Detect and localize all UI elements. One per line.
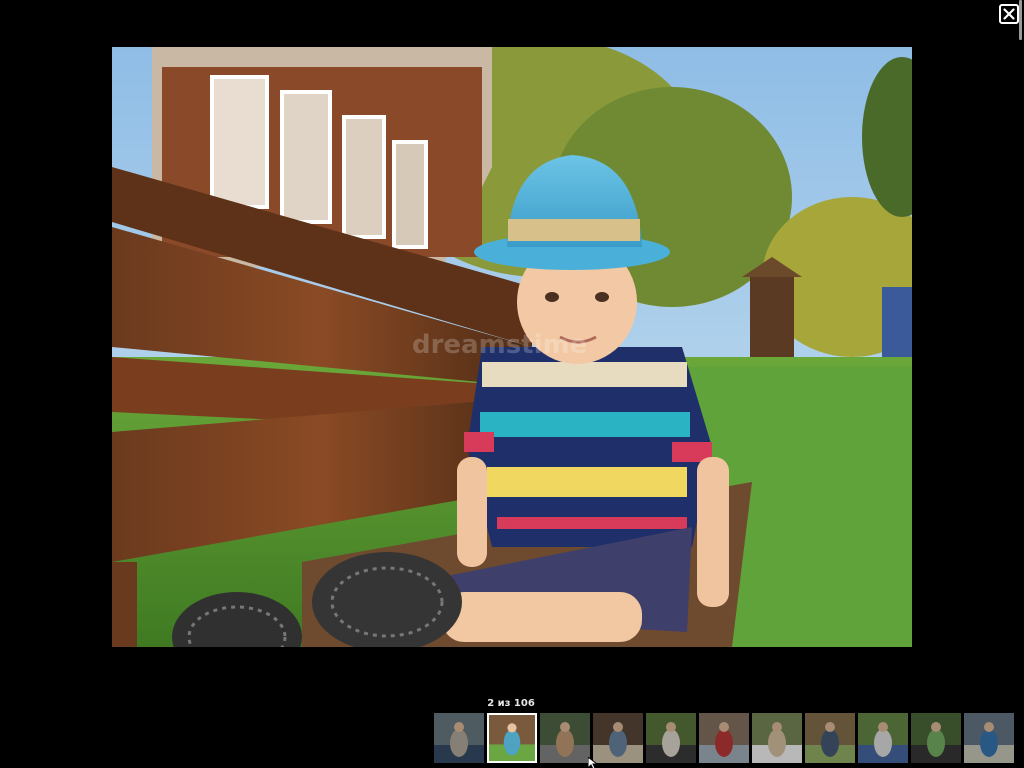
image-counter: 2 из 106 xyxy=(487,698,535,709)
svg-text:dreamstime: dreamstime xyxy=(412,330,587,360)
thumbnail-7[interactable] xyxy=(752,713,802,763)
close-icon xyxy=(1003,8,1015,20)
scrollbar-thumb[interactable] xyxy=(1019,0,1022,40)
thumbnail-10[interactable] xyxy=(911,713,961,763)
thumbnail-8[interactable] xyxy=(805,713,855,763)
main-photo[interactable]: dreamstime xyxy=(112,47,912,647)
thumbnail-9[interactable] xyxy=(858,713,908,763)
thumbnail-strip[interactable] xyxy=(434,713,1024,765)
photo-viewer: dreamstime 2 из 106 xyxy=(0,0,1024,768)
mouse-cursor-icon xyxy=(588,757,598,768)
thumbnail-3[interactable] xyxy=(540,713,590,763)
thumbnail-4[interactable] xyxy=(593,713,643,763)
thumbnail-5[interactable] xyxy=(646,713,696,763)
thumbnail-1[interactable] xyxy=(434,713,484,763)
thumbnail-6[interactable] xyxy=(699,713,749,763)
thumbnail-11[interactable] xyxy=(964,713,1014,763)
close-button[interactable] xyxy=(999,4,1019,24)
thumbnail-2[interactable] xyxy=(487,713,537,763)
